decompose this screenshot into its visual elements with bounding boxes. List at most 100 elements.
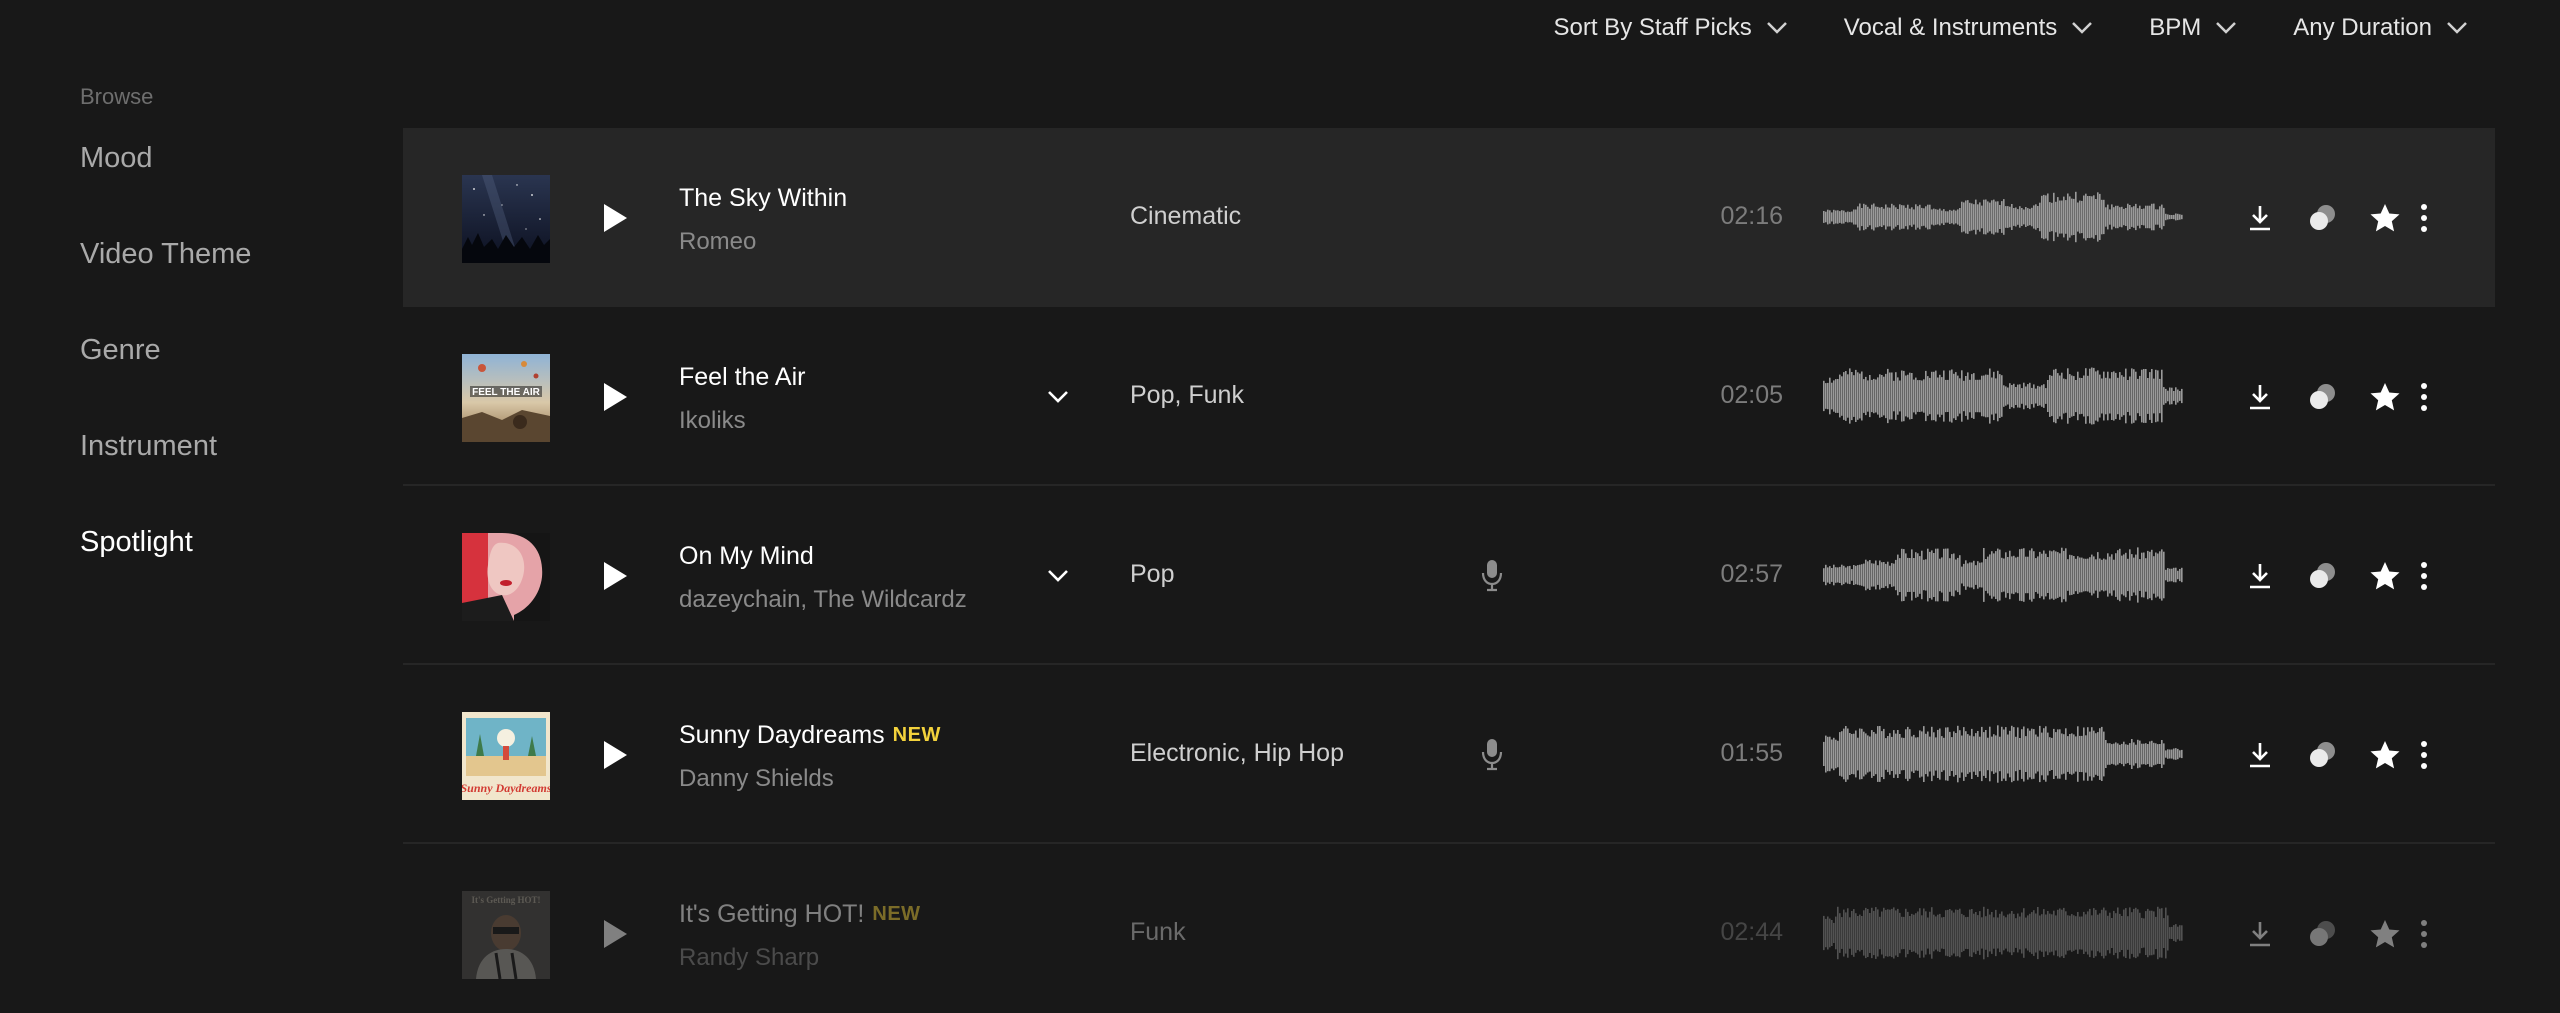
waveform-bar <box>2109 912 2111 954</box>
album-art[interactable]: FEEL THE AIR <box>462 354 550 442</box>
track-genre[interactable]: Pop, Funk <box>1130 381 1244 410</box>
waveform-bar <box>2181 214 2183 220</box>
more-vertical-icon[interactable] <box>2415 202 2433 234</box>
waveform-bar <box>2033 551 2035 599</box>
track-artist[interactable]: Danny Shields <box>679 765 834 793</box>
stems-icon[interactable] <box>2307 739 2339 771</box>
track-artist[interactable]: Ikoliks <box>679 407 746 435</box>
album-art[interactable] <box>462 533 550 621</box>
download-icon[interactable] <box>2244 202 2276 234</box>
waveform-bar <box>1943 917 1945 950</box>
waveform-bar <box>1935 548 1937 602</box>
waveform-bar <box>2133 206 2135 228</box>
album-art[interactable]: It's Getting HOT! <box>462 891 550 979</box>
waveform-bar <box>1985 199 1987 235</box>
duration-label: Any Duration <box>2293 14 2432 41</box>
track-artist[interactable]: dazeychain, The Wildcardz <box>679 586 967 614</box>
more-vertical-icon[interactable] <box>2415 560 2433 592</box>
sidebar-item-genre[interactable]: Genre <box>80 332 380 428</box>
waveform-bar <box>1973 736 1975 772</box>
track-row[interactable]: FEEL THE AIR Feel the Air Ikoliks Pop, F… <box>403 307 2495 486</box>
stems-icon[interactable] <box>2307 918 2339 950</box>
star-icon[interactable] <box>2369 560 2401 592</box>
download-icon[interactable] <box>2244 918 2276 950</box>
waveform[interactable] <box>1823 902 2183 964</box>
play-icon[interactable] <box>601 202 629 234</box>
album-art[interactable]: Sunny Daydreams <box>462 712 550 800</box>
download-icon[interactable] <box>2244 381 2276 413</box>
sort-dropdown[interactable]: Sort By Staff Picks <box>1554 14 1788 42</box>
chevron-down-icon[interactable] <box>1047 568 1069 584</box>
waveform[interactable] <box>1823 365 2183 427</box>
track-row[interactable]: Sunny Daydreams Sunny Daydreams NEW Dann… <box>403 665 2495 844</box>
play-icon[interactable] <box>601 560 629 592</box>
more-vertical-icon[interactable] <box>2415 918 2433 950</box>
sidebar-item-instrument[interactable]: Instrument <box>80 428 380 524</box>
waveform-bar <box>2093 908 2095 958</box>
duration-dropdown[interactable]: Any Duration <box>2293 14 2468 42</box>
waveform-bar <box>1953 373 1955 419</box>
waveform-bar <box>1933 553 1935 597</box>
play-icon[interactable] <box>601 918 629 950</box>
track-row[interactable]: It's Getting HOT! It's Getting HOT! NEW … <box>403 844 2495 1013</box>
waveform[interactable] <box>1823 186 2183 248</box>
stems-icon[interactable] <box>2307 202 2339 234</box>
track-title[interactable]: On My Mind <box>679 542 814 571</box>
waveform[interactable] <box>1823 544 2183 606</box>
waveform-bar <box>2053 192 2055 242</box>
stems-icon[interactable] <box>2307 381 2339 413</box>
sidebar-item-video-theme[interactable]: Video Theme <box>80 236 380 332</box>
waveform-bar <box>2177 748 2179 760</box>
waveform-bar <box>2151 203 2153 231</box>
play-icon[interactable] <box>601 381 629 413</box>
waveform[interactable] <box>1823 723 2183 785</box>
waveform-bar <box>1897 908 1899 957</box>
waveform-bar <box>2093 367 2095 425</box>
waveform-bar <box>1931 550 1933 600</box>
waveform-bar <box>1837 379 1839 413</box>
download-icon[interactable] <box>2244 560 2276 592</box>
track-genre[interactable]: Cinematic <box>1130 202 1241 231</box>
more-vertical-icon[interactable] <box>2415 381 2433 413</box>
chevron-down-icon[interactable] <box>1047 389 1069 405</box>
waveform-bar <box>2091 367 2093 425</box>
waveform-bar <box>1973 204 1975 230</box>
star-icon[interactable] <box>2369 918 2401 950</box>
track-title[interactable]: It's Getting HOT! <box>679 900 864 929</box>
star-icon[interactable] <box>2369 739 2401 771</box>
album-art[interactable] <box>462 175 550 263</box>
waveform-bar <box>2043 728 2045 780</box>
stems-icon[interactable] <box>2307 560 2339 592</box>
track-genre[interactable]: Electronic, Hip Hop <box>1130 739 1344 768</box>
waveform-bar <box>1855 730 1857 778</box>
star-icon[interactable] <box>2369 381 2401 413</box>
waveform-bar <box>1839 732 1841 776</box>
waveform-bar <box>2133 742 2135 766</box>
waveform-bar <box>2109 556 2111 594</box>
microphone-icon <box>1481 739 1503 771</box>
download-icon[interactable] <box>2244 739 2276 771</box>
waveform-bar <box>2037 907 2039 960</box>
track-artist[interactable]: Romeo <box>679 228 756 256</box>
waveform-bar <box>1993 199 1995 235</box>
track-title[interactable]: Feel the Air <box>679 363 805 392</box>
waveform-bar <box>2069 554 2071 596</box>
waveform-bar <box>2025 917 2027 949</box>
waveform-bar <box>2095 909 2097 957</box>
track-row[interactable]: The Sky Within Romeo Cinematic 02:16 <box>403 128 2495 307</box>
sidebar-item-mood[interactable]: Mood <box>80 140 380 236</box>
track-genre[interactable]: Pop <box>1130 560 1174 589</box>
track-row[interactable]: On My Mind dazeychain, The Wildcardz Pop… <box>403 486 2495 665</box>
bpm-dropdown[interactable]: BPM <box>2149 14 2237 42</box>
more-vertical-icon[interactable] <box>2415 739 2433 771</box>
sidebar-item-spotlight[interactable]: Spotlight <box>80 524 380 620</box>
title-line: The Sky Within <box>679 184 855 213</box>
play-icon[interactable] <box>601 739 629 771</box>
waveform-bar <box>2097 192 2099 242</box>
track-artist[interactable]: Randy Sharp <box>679 944 819 972</box>
track-title[interactable]: Sunny Daydreams <box>679 721 885 750</box>
vocal-instruments-dropdown[interactable]: Vocal & Instruments <box>1844 14 2093 42</box>
track-genre[interactable]: Funk <box>1130 918 1186 947</box>
track-title[interactable]: The Sky Within <box>679 184 847 213</box>
star-icon[interactable] <box>2369 202 2401 234</box>
